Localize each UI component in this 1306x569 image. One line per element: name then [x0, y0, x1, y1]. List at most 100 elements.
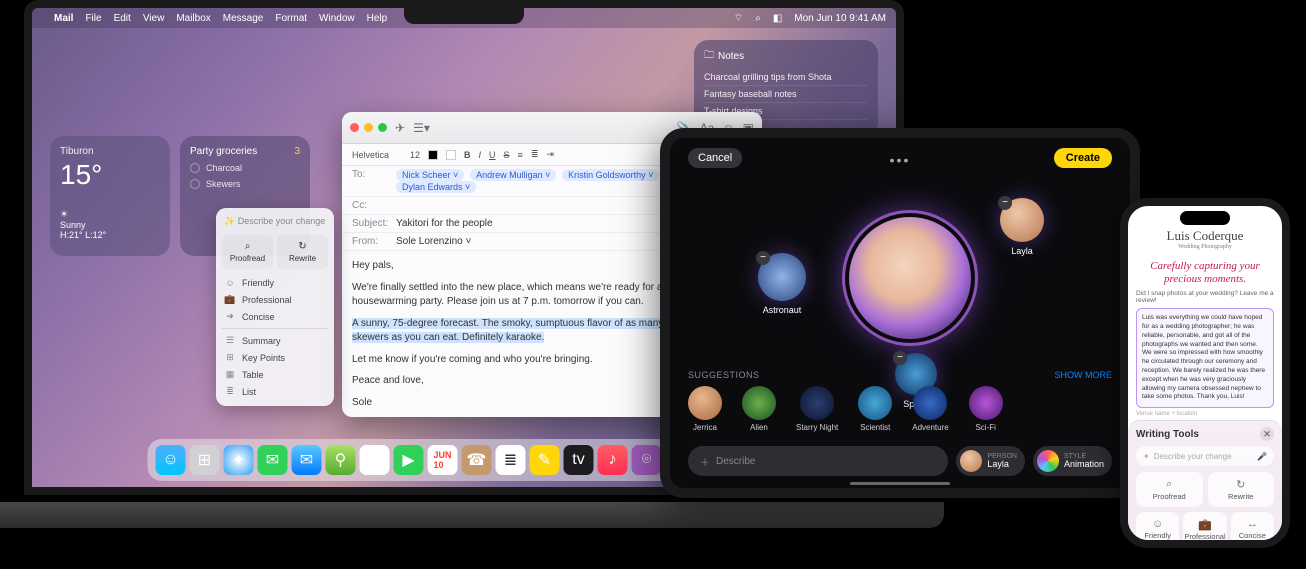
- radio-icon[interactable]: [190, 179, 200, 189]
- reminder-item[interactable]: Skewers: [190, 179, 300, 189]
- recipient-token[interactable]: Andrew Mulligan ˅: [470, 169, 556, 181]
- menubar-item[interactable]: Help: [367, 13, 388, 24]
- style-chip[interactable]: STYLEAnimation: [1033, 446, 1112, 476]
- person-chip[interactable]: PERSONLayla: [956, 446, 1025, 476]
- suggestion-item[interactable]: Starry Night: [796, 386, 838, 432]
- describe-input[interactable]: ✦ Describe your change 🎤: [1136, 446, 1274, 466]
- concise-option[interactable]: ➜Concise: [222, 308, 328, 325]
- describe-field[interactable]: ✨ Describe your change: [222, 214, 328, 229]
- messages-app-icon[interactable]: ✉: [258, 445, 288, 475]
- friendly-option[interactable]: ☺Friendly: [222, 275, 328, 291]
- indent-button[interactable]: ⇥: [546, 149, 554, 160]
- zoom-button[interactable]: [378, 123, 387, 132]
- rewrite-button[interactable]: ↻Rewrite: [277, 235, 328, 269]
- suggestion-item[interactable]: Alien: [742, 386, 776, 432]
- professional-button[interactable]: 💼Professional: [1183, 512, 1226, 547]
- menubar-item[interactable]: File: [85, 13, 101, 24]
- bold-button[interactable]: B: [464, 150, 471, 160]
- proofread-button[interactable]: ⌕Proofread: [222, 235, 273, 269]
- keypoints-option[interactable]: ⊞Key Points: [222, 349, 328, 366]
- table-option[interactable]: ▦Table: [222, 366, 328, 383]
- italic-button[interactable]: I: [479, 150, 482, 160]
- show-more-button[interactable]: SHOW MORE: [1055, 370, 1113, 380]
- list-option[interactable]: ≣List: [222, 383, 328, 400]
- text-color[interactable]: [428, 150, 438, 160]
- remove-icon[interactable]: −: [756, 251, 770, 265]
- close-icon[interactable]: ✕: [1260, 427, 1274, 441]
- music-app-icon[interactable]: ♪: [598, 445, 628, 475]
- remove-icon[interactable]: −: [998, 196, 1012, 210]
- menubar-item[interactable]: View: [143, 13, 165, 24]
- launchpad-app-icon[interactable]: ⊞: [190, 445, 220, 475]
- weather-widget[interactable]: Tiburon 15° ☀ Sunny H:21° L:12°: [50, 136, 170, 256]
- header-toggle-button[interactable]: ☰▾: [413, 121, 430, 135]
- facetime-app-icon[interactable]: ▶: [394, 445, 424, 475]
- review-prompt: Did I snap photos at your wedding? Leave…: [1128, 290, 1282, 308]
- menubar-item[interactable]: Message: [223, 13, 264, 24]
- create-button[interactable]: Create: [1054, 148, 1112, 168]
- underline-button[interactable]: U: [489, 150, 496, 160]
- note-item[interactable]: Charcoal grilling tips from Shota: [704, 69, 868, 86]
- friendly-button[interactable]: ☺Friendly: [1136, 512, 1179, 547]
- minimize-button[interactable]: [364, 123, 373, 132]
- mic-icon[interactable]: 🎤: [1257, 452, 1267, 461]
- meta-field[interactable]: Venue name + location: [1128, 408, 1282, 420]
- photos-app-icon[interactable]: ✿: [360, 445, 390, 475]
- suggestion-item[interactable]: Scientist: [858, 386, 892, 432]
- reminder-item[interactable]: Charcoal: [190, 163, 300, 173]
- menubar-item[interactable]: Edit: [114, 13, 131, 24]
- cancel-button[interactable]: Cancel: [688, 148, 742, 168]
- align-button[interactable]: ≡: [518, 150, 523, 160]
- layla-chip[interactable]: − Layla: [1000, 198, 1044, 256]
- strike-button[interactable]: S: [504, 150, 510, 160]
- podcasts-app-icon[interactable]: ⌾: [632, 445, 662, 475]
- recipient-token[interactable]: Dylan Edwards ˅: [396, 181, 476, 193]
- proofread-button[interactable]: ⌕Proofread: [1136, 472, 1203, 507]
- recipient-token[interactable]: Kristin Goldsworthy ˅: [562, 169, 659, 181]
- menubar-item[interactable]: Window: [319, 13, 355, 24]
- mail-app-icon[interactable]: ✉: [292, 445, 322, 475]
- rewrite-button[interactable]: ↻Rewrite: [1208, 472, 1275, 507]
- remove-icon[interactable]: −: [893, 351, 907, 365]
- main-avatar[interactable]: [845, 213, 975, 343]
- safari-app-icon[interactable]: ✦: [224, 445, 254, 475]
- bg-color[interactable]: [446, 150, 456, 160]
- finder-app-icon[interactable]: ☺: [156, 445, 186, 475]
- concise-button[interactable]: ↔Concise: [1231, 512, 1274, 547]
- menubar-app[interactable]: Mail: [54, 13, 73, 24]
- font-size-select[interactable]: 12: [410, 150, 420, 160]
- summary-option[interactable]: ☰Summary: [222, 332, 328, 349]
- wifi-icon[interactable]: ⌔: [734, 12, 743, 25]
- control-center-icon[interactable]: ◧: [773, 13, 782, 24]
- menubar-item[interactable]: Mailbox: [176, 13, 210, 24]
- notes-title: Notes: [718, 51, 744, 62]
- astronaut-chip[interactable]: − Astronaut: [758, 253, 806, 315]
- more-icon[interactable]: •••: [890, 152, 911, 168]
- ipad: Cancel Create ••• − Astronaut − Layla − …: [660, 128, 1140, 498]
- suggestion-item[interactable]: Jerrica: [688, 386, 722, 432]
- menubar-clock[interactable]: Mon Jun 10 9:41 AM: [794, 13, 886, 24]
- menubar-item[interactable]: Format: [275, 13, 307, 24]
- suggestion-item[interactable]: Adventure: [912, 386, 948, 432]
- reminders-app-icon[interactable]: ≣: [496, 445, 526, 475]
- describe-input[interactable]: ＋ Describe: [688, 446, 948, 476]
- send-button[interactable]: ✈: [395, 121, 405, 135]
- recipient-token[interactable]: Nick Scheer ˅: [396, 169, 464, 181]
- home-indicator[interactable]: [850, 482, 950, 485]
- list-button[interactable]: ≣: [531, 149, 539, 160]
- calendar-app-icon[interactable]: JUN10: [428, 445, 458, 475]
- search-icon[interactable]: ⌕: [755, 13, 761, 24]
- tv-app-icon[interactable]: tv: [564, 445, 594, 475]
- review-textarea[interactable]: Luis was everything we could have hoped …: [1136, 308, 1274, 408]
- note-item[interactable]: Fantasy baseball notes: [704, 86, 868, 103]
- tagline: Carefully capturing your precious moment…: [1128, 254, 1282, 290]
- professional-option[interactable]: 💼Professional: [222, 291, 328, 308]
- font-select[interactable]: Helvetica: [352, 150, 402, 160]
- notes-app-icon[interactable]: ✎: [530, 445, 560, 475]
- close-button[interactable]: [350, 123, 359, 132]
- suggestion-item[interactable]: Sci-Fi: [969, 386, 1003, 432]
- maps-app-icon[interactable]: ⚲: [326, 445, 356, 475]
- radio-icon[interactable]: [190, 163, 200, 173]
- contacts-app-icon[interactable]: ☎: [462, 445, 492, 475]
- plus-icon[interactable]: ＋: [700, 454, 710, 469]
